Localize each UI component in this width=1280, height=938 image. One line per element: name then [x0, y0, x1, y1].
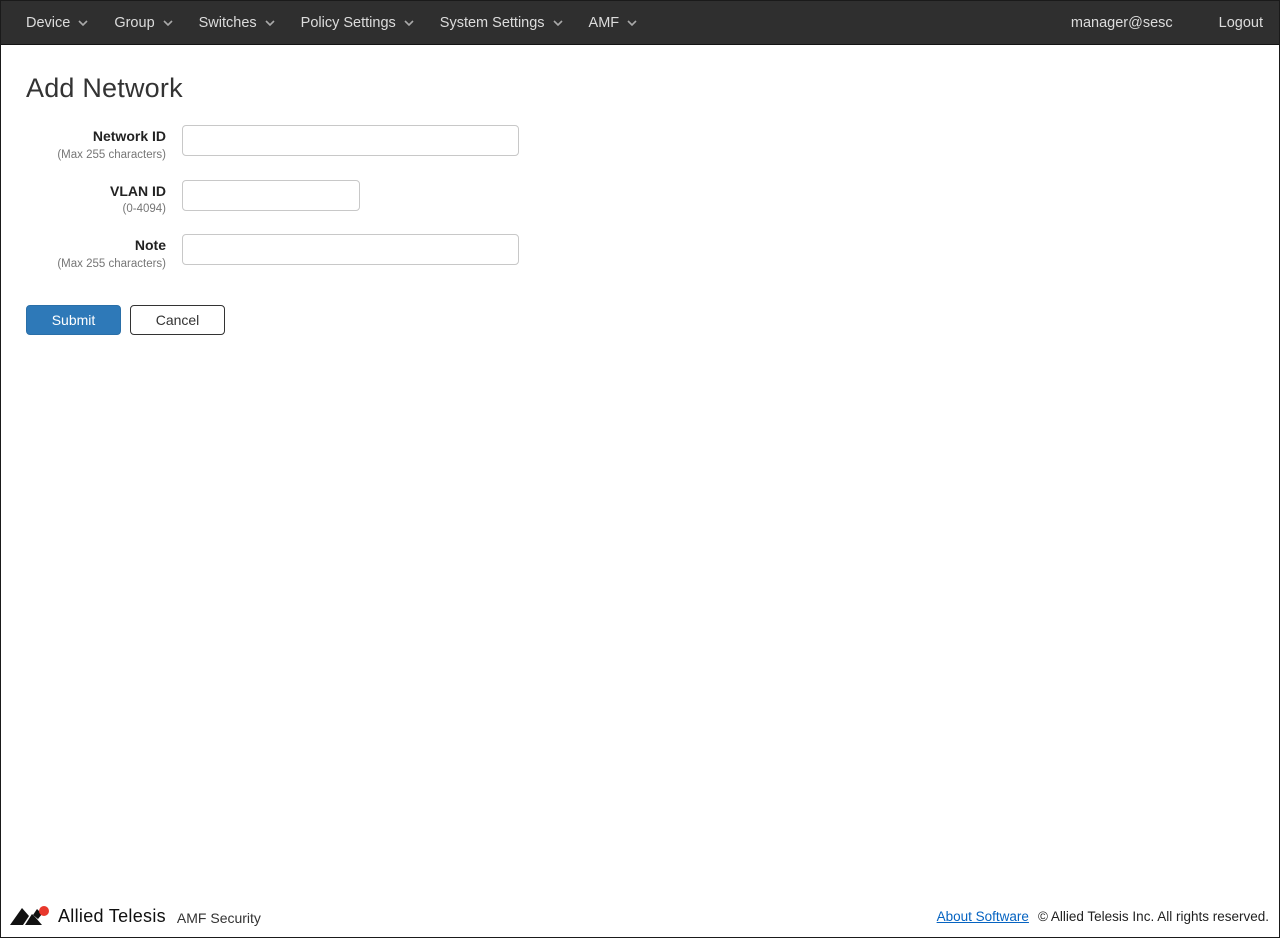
logged-in-user: manager@sesc	[1070, 14, 1173, 31]
nav-item-device[interactable]: Device	[13, 1, 101, 44]
note-label: Note	[134, 237, 166, 253]
vlan-id-label: VLAN ID	[110, 182, 166, 199]
nav-item-system-settings[interactable]: System Settings	[427, 1, 576, 44]
cancel-button[interactable]: Cancel	[130, 304, 225, 335]
network-id-input[interactable]	[182, 125, 519, 156]
nav-item-amf[interactable]: AMF	[576, 1, 651, 44]
chevron-down-icon	[163, 19, 173, 26]
chevron-down-icon	[404, 19, 414, 26]
vlan-id-input[interactable]	[182, 179, 360, 211]
top-navbar: Device Group Switches Policy Settings Sy…	[1, 1, 1279, 45]
label-column: Note (Max 255 characters)	[1, 234, 166, 270]
nav-item-label: AMF	[588, 14, 620, 31]
logout-button[interactable]: Logout	[1219, 15, 1263, 31]
nav-menu: Device Group Switches Policy Settings Sy…	[13, 1, 650, 44]
chevron-down-icon	[627, 19, 637, 26]
copyright-text: © Allied Telesis Inc. All rights reserve…	[1037, 908, 1269, 924]
page-title: Add Network	[26, 73, 183, 103]
allied-telesis-logo-icon	[10, 906, 49, 925]
nav-item-label: Switches	[198, 14, 257, 31]
form-row-note: Note (Max 255 characters)	[1, 234, 1279, 270]
network-id-hint: (Max 255 characters)	[57, 148, 166, 161]
page-footer: Allied Telesis AMF Security About Softwa…	[1, 899, 1279, 937]
label-column: Network ID (Max 255 characters)	[1, 125, 166, 161]
form-actions: Submit Cancel	[26, 304, 1279, 335]
nav-item-label: Group	[114, 14, 155, 31]
brand-name: Allied Telesis	[58, 905, 166, 926]
nav-item-label: Device	[26, 14, 71, 31]
chevron-down-icon	[552, 19, 563, 26]
add-network-form: Network ID (Max 255 characters) VLAN ID …	[1, 125, 1279, 270]
nav-item-label: Policy Settings	[300, 14, 396, 31]
chevron-down-icon	[78, 19, 88, 26]
product-name: AMF Security	[176, 910, 261, 926]
footer-brand: Allied Telesis AMF Security	[9, 905, 261, 927]
form-row-network-id: Network ID (Max 255 characters)	[1, 125, 1279, 161]
note-input[interactable]	[182, 234, 519, 265]
note-hint: (Max 255 characters)	[57, 257, 166, 270]
label-column: VLAN ID (0-4094)	[1, 180, 166, 216]
network-id-label: Network ID	[92, 128, 166, 144]
about-software-link[interactable]: About Software	[937, 909, 1029, 924]
form-row-vlan-id: VLAN ID (0-4094)	[1, 179, 1279, 216]
nav-right: manager@sesc Logout	[1071, 15, 1263, 31]
amf-security-page: { "navbar": { "items": [ { "label": "Dev…	[0, 0, 1280, 938]
vlan-id-hint: (0-4094)	[122, 203, 166, 215]
chevron-down-icon	[265, 19, 275, 26]
footer-links: About Software © Allied Telesis Inc. All…	[937, 909, 1269, 924]
nav-item-label: System Settings	[439, 14, 545, 31]
nav-item-group[interactable]: Group	[101, 1, 185, 44]
submit-button[interactable]: Submit	[26, 304, 121, 335]
nav-item-switches[interactable]: Switches	[186, 1, 288, 44]
nav-item-policy-settings[interactable]: Policy Settings	[288, 1, 427, 44]
main-content: Add Network Network ID (Max 255 characte…	[1, 73, 1279, 335]
